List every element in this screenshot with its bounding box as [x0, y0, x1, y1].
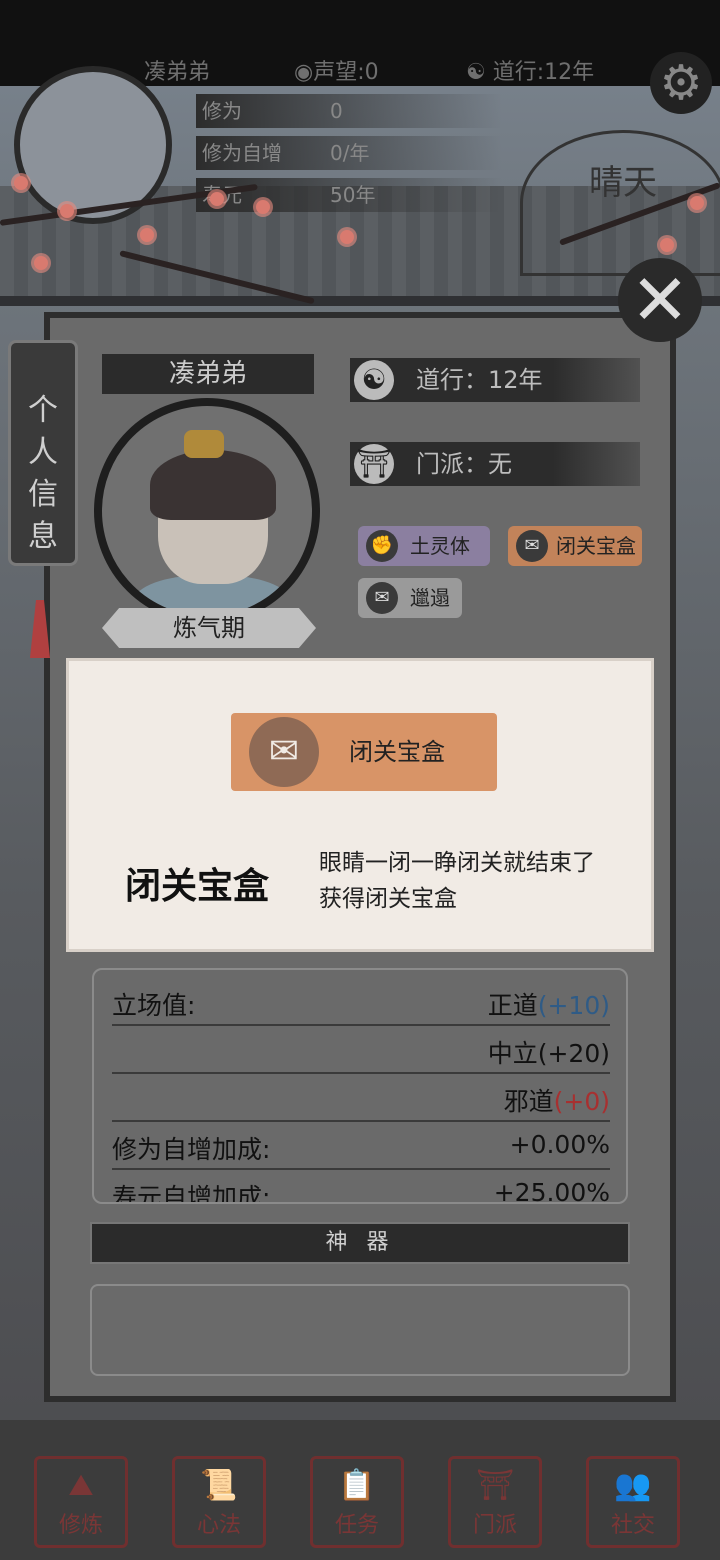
- realm-badge: 炼气期: [102, 608, 316, 648]
- trait-tag-earth-body[interactable]: ✊ 土灵体: [358, 526, 490, 566]
- artifact-section-header: 神 器: [90, 1222, 630, 1264]
- mountain-icon: ⛰: [68, 1468, 94, 1503]
- yinyang-icon: ☯: [354, 360, 394, 400]
- close-icon[interactable]: ✕: [618, 258, 702, 342]
- blossom: [690, 196, 704, 210]
- tab-personal-info[interactable]: 个 人 信 息: [8, 340, 78, 566]
- blossom: [660, 238, 674, 252]
- bg-stat-cultivation: 修为 0: [196, 94, 502, 128]
- blossom: [210, 192, 224, 206]
- daoxing-field: ☯ 道行：12年: [350, 358, 640, 402]
- nav-cultivate-button[interactable]: ⛰ 修炼: [34, 1456, 128, 1548]
- stat-row-cultivation-bonus: 修为自增加成: +0.00%: [112, 1120, 610, 1170]
- character-name: 凑弟弟: [102, 354, 314, 394]
- character-portrait: [94, 398, 320, 624]
- blossom: [60, 204, 74, 218]
- stat-row-righteous: 立场值: 正道(+10): [112, 976, 610, 1026]
- trait-tag-sloppy[interactable]: ✉ 邋遢: [358, 578, 462, 618]
- scroll-icon: ✉: [366, 582, 398, 614]
- nav-social-button[interactable]: 👥 社交: [586, 1456, 680, 1548]
- blossom: [140, 228, 154, 242]
- stat-row-neutral: 中立(+20): [112, 1024, 610, 1074]
- blossom: [256, 200, 270, 214]
- bg-stat-cultivation-rate: 修为自增 0/年: [196, 136, 502, 170]
- people-icon: 👥: [614, 1468, 652, 1503]
- nav-sect-button[interactable]: ⛩ 门派: [448, 1456, 542, 1548]
- stats-list[interactable]: 立场值: 正道(+10) 中立(+20) 邪道(+0) 修为自增加成: +0.0…: [92, 968, 628, 1204]
- blossom: [340, 230, 354, 244]
- nav-technique-button[interactable]: 📜 心法: [172, 1456, 266, 1548]
- scroll-icon: ✉: [249, 717, 319, 787]
- sect-field: ⛩ 门派：无: [350, 442, 640, 486]
- player-name: 凑弟弟: [144, 60, 211, 85]
- item-title: 闭关宝盒: [125, 866, 270, 907]
- daoxing-label: ☯ 道行:12年: [466, 60, 595, 85]
- item-description: 眼睛一闭一睁闭关就结束了 获得闭关宝盒: [319, 850, 595, 912]
- reputation-label: ◉声望:0: [294, 60, 379, 85]
- clipboard-icon: 📋: [338, 1468, 376, 1503]
- settings-gear-icon[interactable]: ⚙: [650, 52, 712, 114]
- gate-icon: ⛩: [475, 1468, 515, 1503]
- blossom: [34, 256, 48, 270]
- coin-icon: ◉: [294, 60, 314, 85]
- temple-icon: ⛩: [354, 444, 394, 484]
- artifact-slot[interactable]: [90, 1284, 630, 1376]
- yinyang-icon: ☯: [466, 60, 486, 85]
- trait-tag-retreat-box[interactable]: ✉ 闭关宝盒: [508, 526, 642, 566]
- scroll-icon: ✉: [516, 530, 548, 562]
- nav-quest-button[interactable]: 📋 任务: [310, 1456, 404, 1548]
- item-detail-popup: ✉ 闭关宝盒 闭关宝盒 眼睛一闭一睁闭关就结束了 获得闭关宝盒: [66, 658, 654, 952]
- bg-stat-lifespan: 寿元50年: [196, 178, 502, 212]
- item-name-banner: ✉ 闭关宝盒: [231, 713, 497, 791]
- stat-row-lifespan-bonus: 寿元自增加成: +25.00%: [112, 1178, 610, 1204]
- stat-row-evil: 邪道(+0): [112, 1072, 610, 1122]
- scroll-icon: 📜: [200, 1468, 238, 1503]
- fist-icon: ✊: [366, 530, 398, 562]
- stance-label: 立场值:: [112, 991, 196, 1020]
- blossom: [14, 176, 28, 190]
